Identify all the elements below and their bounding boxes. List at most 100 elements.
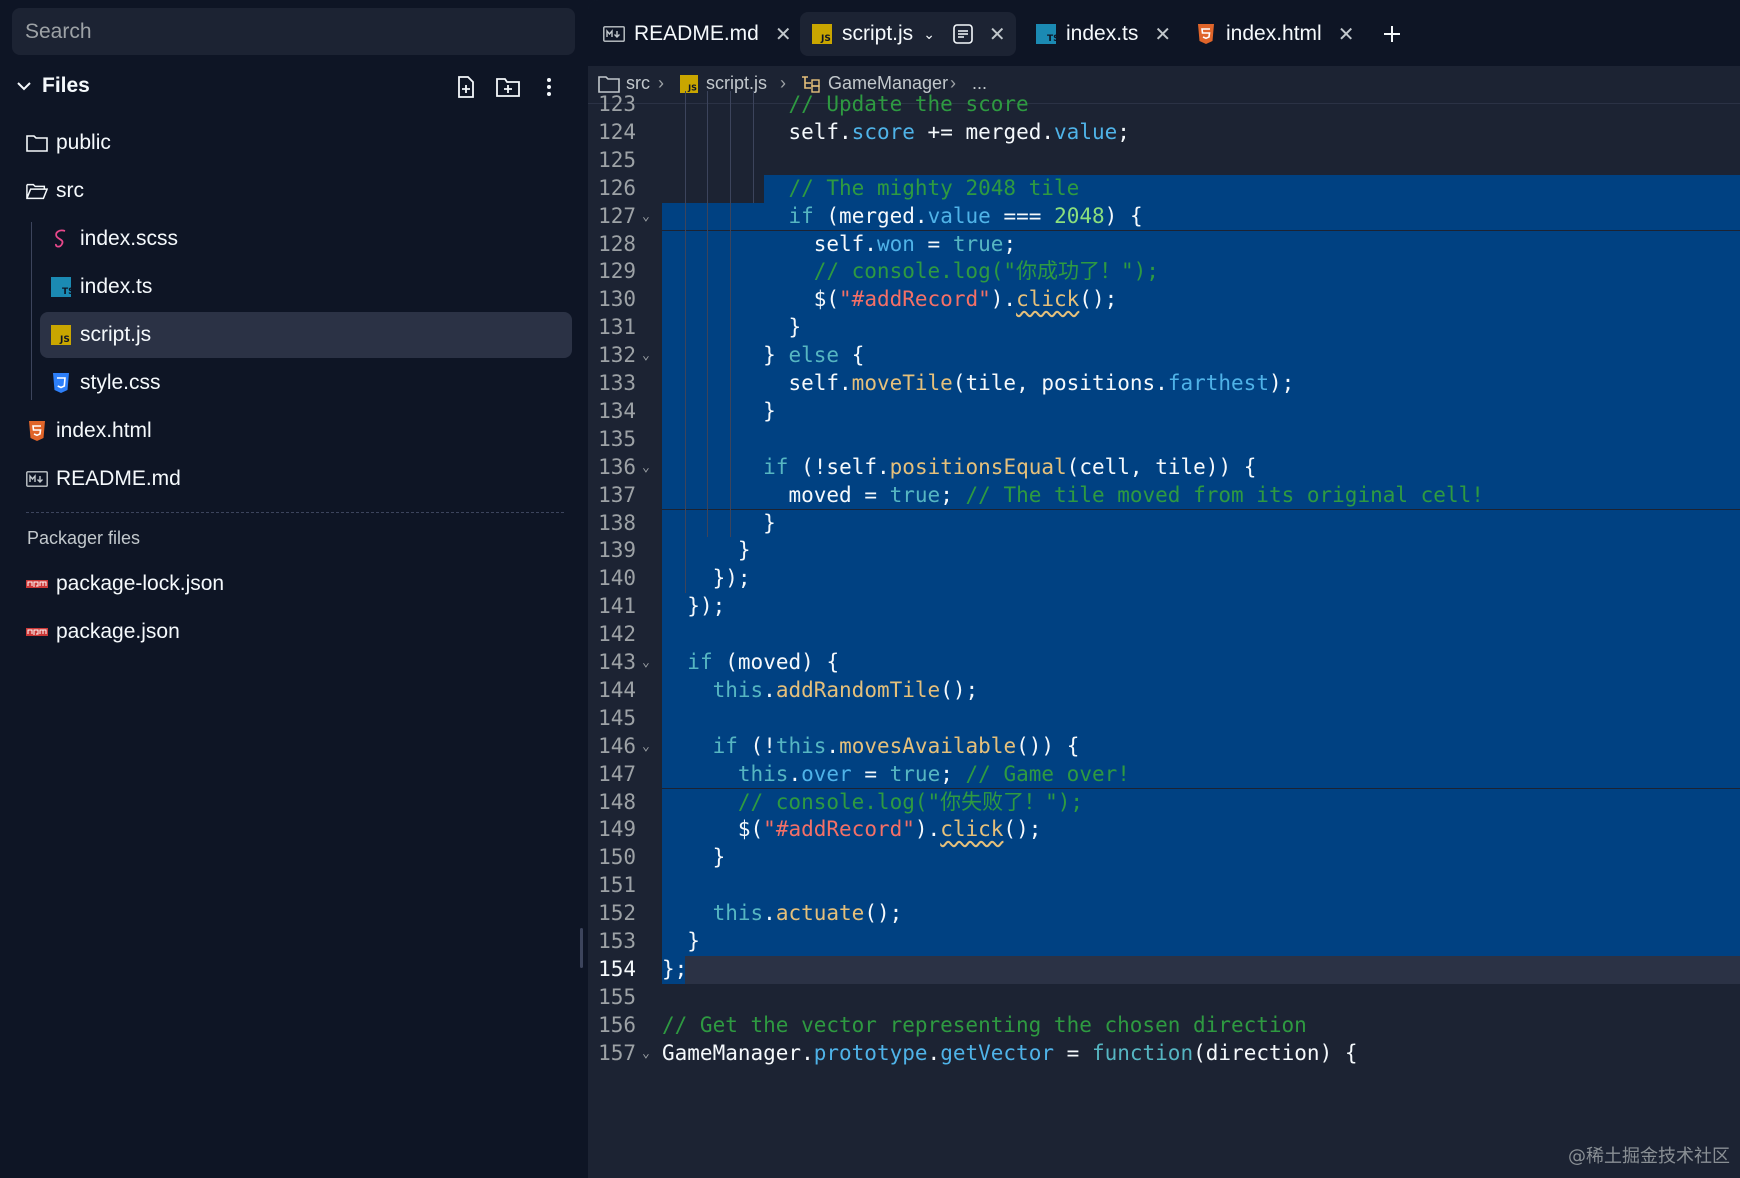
code-line[interactable]: }); <box>662 565 751 593</box>
tree-item-index-ts[interactable]: TS index.ts <box>50 264 572 310</box>
line-number: 150 <box>598 845 636 870</box>
close-icon[interactable]: ✕ <box>989 22 1006 47</box>
tree-item-readme-md[interactable]: README.md <box>26 456 572 502</box>
fold-chevron-icon[interactable]: ⌄ <box>642 655 650 670</box>
line-number: 149 <box>598 817 636 842</box>
new-file-button[interactable] <box>452 73 480 101</box>
tree-item-label: package.json <box>56 620 180 643</box>
code-line[interactable]: // Update the score <box>662 91 1028 119</box>
line-number: 142 <box>598 622 636 647</box>
tree-item-script-js[interactable]: JS script.js <box>40 312 572 358</box>
npm-icon <box>26 573 48 595</box>
typescript-icon: TS <box>1034 23 1058 45</box>
fold-chevron-icon[interactable]: ⌄ <box>642 209 650 224</box>
svg-text:JS: JS <box>59 335 70 345</box>
fold-chevron-icon[interactable]: ⌄ <box>642 348 650 363</box>
line-number: 146 <box>598 733 636 758</box>
code-line[interactable]: if (!self.positionsEqual(cell, tile)) { <box>662 454 1256 482</box>
tab-readme-md[interactable]: README.md ✕ <box>592 12 802 56</box>
line-number: 123 <box>598 92 636 116</box>
code-line[interactable]: } <box>662 844 726 872</box>
code-line[interactable]: // console.log("你成功了！"); <box>662 258 1159 286</box>
code-line[interactable]: // Get the vector representing the chose… <box>662 1012 1307 1040</box>
kebab-menu-icon <box>547 78 551 96</box>
code-line[interactable]: self.score += merged.value; <box>662 119 1129 147</box>
tree-item-public[interactable]: public <box>26 120 572 166</box>
search-field[interactable] <box>12 8 575 55</box>
tab-script-js[interactable]: JS script.js ⌄ ✕ <box>800 12 1016 56</box>
line-number: 157 <box>598 1040 636 1065</box>
tree-item-label: index.html <box>56 419 152 442</box>
tab-label: script.js <box>842 22 914 45</box>
tab-index-ts[interactable]: TS index.ts ✕ <box>1024 12 1181 56</box>
code-line[interactable]: if (merged.value === 2048) { <box>662 203 1142 231</box>
code-line[interactable]: } else { <box>662 342 864 370</box>
tab-label: index.ts <box>1066 22 1139 45</box>
code-line[interactable]: } <box>662 398 776 426</box>
tree-item-label: package-lock.json <box>56 572 225 595</box>
tab-options-icon[interactable] <box>953 24 973 44</box>
code-line[interactable]: GameManager.prototype.getVector = functi… <box>662 1040 1358 1068</box>
line-number: 151 <box>598 873 636 898</box>
tree-item-index-scss[interactable]: index.scss <box>50 216 572 262</box>
code-line[interactable]: $("#addRecord").click(); <box>662 816 1042 844</box>
code-line[interactable]: }); <box>662 593 725 621</box>
code-area[interactable]: 123 124 125 126 127 ⌄ 128 129 130 131 132 ⌄ 133 134 13… <box>588 91 1740 1178</box>
code-lines[interactable]: // Update the score self.score += merged… <box>662 91 1740 1178</box>
chevron-down-icon[interactable]: ⌄ <box>923 26 935 43</box>
files-section-header[interactable]: Files <box>0 66 582 108</box>
tab-index-html[interactable]: index.html ✕ <box>1184 12 1364 56</box>
packager-files-title: Packager files <box>27 528 141 548</box>
code-line[interactable]: } <box>662 510 776 538</box>
line-number: 135 <box>598 426 636 451</box>
typescript-icon: TS <box>50 276 72 298</box>
code-line[interactable]: self.moveTile(tile, positions.farthest); <box>662 370 1294 398</box>
code-line[interactable]: this.actuate(); <box>662 900 903 928</box>
close-icon[interactable]: ✕ <box>1154 22 1171 47</box>
fold-chevron-icon[interactable]: ⌄ <box>642 460 650 475</box>
code-line[interactable]: this.over = true; // Game over! <box>662 761 1130 789</box>
html-icon <box>1194 23 1218 45</box>
code-line[interactable]: if (!this.movesAvailable()) { <box>662 733 1080 761</box>
code-line[interactable]: if (moved) { <box>662 649 839 677</box>
tree-item-style-css[interactable]: style.css <box>50 360 572 406</box>
fold-chevron-icon[interactable]: ⌄ <box>642 739 650 754</box>
code-line[interactable]: // console.log("你失败了！"); <box>662 789 1083 817</box>
code-line[interactable]: moved = true; // The tile moved from its… <box>662 482 1483 510</box>
code-line[interactable]: } <box>662 314 801 342</box>
chevron-down-icon[interactable] <box>14 76 34 96</box>
more-options-button[interactable] <box>535 73 563 101</box>
tree-item-package-json[interactable]: package.json <box>26 609 572 655</box>
close-icon[interactable]: ✕ <box>1338 22 1355 47</box>
search-input[interactable] <box>12 8 575 55</box>
code-line[interactable]: self.won = true; <box>662 231 1016 259</box>
file-explorer-sidebar: Files public src index.scss TS index.ts … <box>0 0 583 1178</box>
svg-text:TS: TS <box>62 287 71 297</box>
line-number: 152 <box>598 901 636 926</box>
tree-item-package-lock-json[interactable]: package-lock.json <box>26 561 572 607</box>
tree-item-src[interactable]: src <box>26 168 572 214</box>
javascript-icon: JS <box>810 23 834 45</box>
svg-text:TS: TS <box>1047 34 1056 44</box>
code-line[interactable]: } <box>662 928 700 956</box>
sass-icon <box>50 228 72 250</box>
tree-item-label: index.scss <box>80 227 179 250</box>
tree-item-index-html[interactable]: index.html <box>26 408 572 454</box>
code-line[interactable]: } <box>662 537 751 565</box>
new-folder-button[interactable] <box>494 73 522 101</box>
pane-resize-handle[interactable] <box>580 928 583 968</box>
new-tab-button[interactable] <box>1372 12 1412 56</box>
tree-item-label: src <box>56 179 84 202</box>
tab-bar: README.md ✕ JS script.js ⌄ ✕ TS index.ts… <box>588 0 1740 66</box>
markdown-icon <box>602 23 626 45</box>
code-line[interactable]: }; <box>662 956 687 984</box>
files-title: Files <box>42 74 90 97</box>
line-number: 144 <box>598 677 636 702</box>
line-number: 153 <box>598 929 636 953</box>
fold-chevron-icon[interactable]: ⌄ <box>642 1046 650 1061</box>
line-number: 138 <box>598 510 636 535</box>
new-folder-icon <box>496 78 520 97</box>
close-icon[interactable]: ✕ <box>775 22 792 47</box>
code-line[interactable]: // The mighty 2048 tile <box>662 175 1079 203</box>
code-line[interactable]: this.addRandomTile(); <box>662 677 979 705</box>
